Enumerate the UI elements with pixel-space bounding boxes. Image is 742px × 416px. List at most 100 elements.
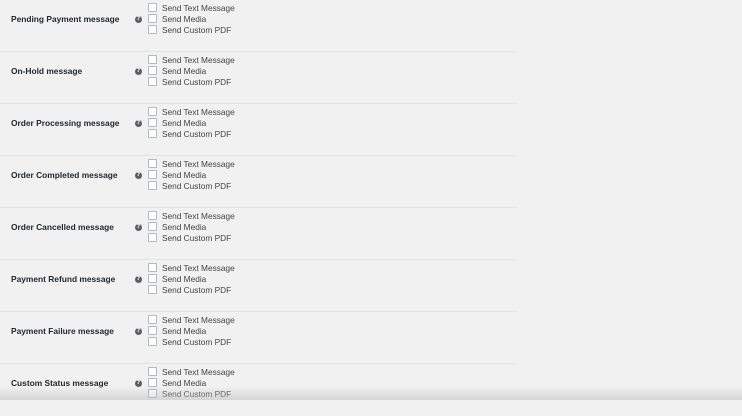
row-label: Order Processing message [11,118,120,128]
option-send-media[interactable]: Send Media [148,377,235,388]
row-label: Pending Payment message [11,14,120,24]
checkbox[interactable] [148,285,157,294]
settings-row-custom-status: Custom Status message? Send Text Message S… [0,364,517,416]
option-send-text-message[interactable]: Send Text Message [148,106,235,117]
checkbox[interactable] [148,263,157,272]
help-icon[interactable]: ? [135,224,142,231]
settings-row-payment-refund: Payment Refund message? Send Text Message… [0,260,517,312]
option-group: Send Text Message Send Media Send Custom P… [148,158,235,191]
option-label: Send Custom PDF [162,76,232,87]
option-send-custom-pdf[interactable]: Send Custom PDF [148,388,235,399]
checkbox[interactable] [148,378,157,387]
option-send-media[interactable]: Send Media [148,273,235,284]
option-group: Send Text Message Send Media Send Custom P… [148,106,235,139]
option-label: Send Custom PDF [162,24,232,35]
option-send-custom-pdf[interactable]: Send Custom PDF [148,336,235,347]
settings-row-pending-payment: Pending Payment message? Send Text Messag… [0,0,517,52]
settings-row-on-hold: On-Hold message? Send Text Message Send Me… [0,52,517,104]
row-label: Order Completed message [11,170,118,180]
option-label: Send Text Message [162,262,235,273]
option-group: Send Text Message Send Media Send Custom P… [148,262,235,295]
option-label: Send Custom PDF [162,336,232,347]
help-icon[interactable]: ? [135,16,142,23]
checkbox[interactable] [148,274,157,283]
option-label: Send Text Message [162,158,235,169]
help-icon[interactable]: ? [135,380,142,387]
checkbox[interactable] [148,25,157,34]
option-label: Send Media [162,221,207,232]
option-send-custom-pdf[interactable]: Send Custom PDF [148,284,235,295]
option-send-text-message[interactable]: Send Text Message [148,54,235,65]
checkbox[interactable] [148,367,157,376]
option-label: Send Custom PDF [162,284,232,295]
option-send-text-message[interactable]: Send Text Message [148,366,235,377]
option-label: Send Text Message [162,210,235,221]
option-send-text-message[interactable]: Send Text Message [148,210,235,221]
checkbox[interactable] [148,315,157,324]
option-send-media[interactable]: Send Media [148,117,235,128]
checkbox[interactable] [148,337,157,346]
checkbox[interactable] [148,159,157,168]
row-label: Payment Failure message [11,326,114,336]
row-label: Payment Refund message [11,274,116,284]
option-label: Send Media [162,65,207,76]
option-label: Send Media [162,273,207,284]
option-send-media[interactable]: Send Media [148,221,235,232]
option-send-custom-pdf[interactable]: Send Custom PDF [148,24,235,35]
row-label: Order Cancelled message [11,222,114,232]
option-send-media[interactable]: Send Media [148,169,235,180]
checkbox[interactable] [148,3,157,12]
option-group: Send Text Message Send Media Send Custom P… [148,366,235,399]
option-send-media[interactable]: Send Media [148,13,235,24]
help-icon[interactable]: ? [135,120,142,127]
option-label: Send Media [162,325,207,336]
option-send-media[interactable]: Send Media [148,65,235,76]
checkbox[interactable] [148,211,157,220]
settings-row-payment-failure: Payment Failure message? Send Text Messag… [0,312,517,364]
option-send-text-message[interactable]: Send Text Message [148,314,235,325]
checkbox[interactable] [148,66,157,75]
checkbox[interactable] [148,181,157,190]
settings-row-order-processing: Order Processing message? Send Text Messa… [0,104,517,156]
option-send-text-message[interactable]: Send Text Message [148,158,235,169]
option-label: Send Media [162,13,207,24]
option-send-custom-pdf[interactable]: Send Custom PDF [148,180,235,191]
help-icon[interactable]: ? [135,68,142,75]
option-label: Send Text Message [162,106,235,117]
help-icon[interactable]: ? [135,328,142,335]
checkbox[interactable] [148,233,157,242]
option-label: Send Custom PDF [162,180,232,191]
settings-row-order-cancelled: Order Cancelled message? Send Text Messag… [0,208,517,260]
checkbox[interactable] [148,118,157,127]
option-label: Send Media [162,377,207,388]
checkbox[interactable] [148,389,157,398]
checkbox[interactable] [148,14,157,23]
option-label: Send Media [162,117,207,128]
help-icon[interactable]: ? [135,172,142,179]
option-send-text-message[interactable]: Send Text Message [148,262,235,273]
checkbox[interactable] [148,326,157,335]
option-label: Send Custom PDF [162,388,232,399]
option-label: Send Text Message [162,2,235,13]
option-send-custom-pdf[interactable]: Send Custom PDF [148,232,235,243]
option-label: Send Custom PDF [162,128,232,139]
checkbox[interactable] [148,170,157,179]
row-label: On-Hold message [11,66,83,76]
option-send-media[interactable]: Send Media [148,325,235,336]
checkbox[interactable] [148,107,157,116]
settings-row-order-completed: Order Completed message? Send Text Messag… [0,156,517,208]
checkbox[interactable] [148,222,157,231]
option-label: Send Media [162,169,207,180]
option-group: Send Text Message Send Media Send Custom P… [148,54,235,87]
option-label: Send Custom PDF [162,232,232,243]
help-icon[interactable]: ? [135,276,142,283]
checkbox[interactable] [148,77,157,86]
option-label: Send Text Message [162,314,235,325]
checkbox[interactable] [148,129,157,138]
option-label: Send Text Message [162,54,235,65]
option-send-custom-pdf[interactable]: Send Custom PDF [148,128,235,139]
checkbox[interactable] [148,55,157,64]
option-send-custom-pdf[interactable]: Send Custom PDF [148,76,235,87]
option-label: Send Text Message [162,366,235,377]
option-send-text-message[interactable]: Send Text Message [148,2,235,13]
